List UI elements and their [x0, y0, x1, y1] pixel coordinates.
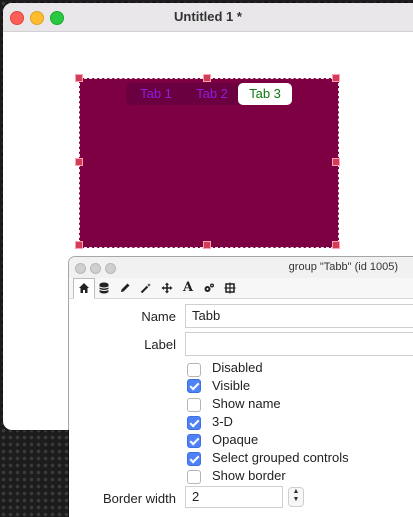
inspector-titlebar: group "Tabb" (id 1005) [69, 257, 413, 279]
resize-handle-b[interactable] [203, 241, 211, 249]
visible-label: Visible [212, 378, 251, 393]
visible-checkbox[interactable] [187, 379, 201, 393]
database-icon[interactable] [94, 279, 114, 297]
opaque-label: Opaque [212, 432, 259, 447]
geometry-icon[interactable] [220, 279, 240, 297]
tab-1[interactable]: Tab 1 [130, 85, 182, 103]
disabled-checkbox[interactable] [187, 363, 201, 377]
window-title: Untitled 1 * [174, 9, 242, 24]
pencil-icon[interactable] [115, 279, 135, 297]
move-icon[interactable] [157, 279, 177, 297]
show-name-label: Show name [212, 396, 281, 411]
home-icon[interactable] [73, 278, 95, 299]
name-label: Name [141, 309, 176, 324]
show-border-checkbox[interactable] [187, 470, 201, 484]
resize-handle-tr[interactable] [332, 74, 340, 82]
tab-2[interactable]: Tab 2 [186, 85, 238, 103]
show-name-checkbox[interactable] [187, 398, 201, 412]
resize-handle-t[interactable] [203, 74, 211, 82]
chevron-down-icon[interactable]: ▼ [289, 496, 303, 504]
resize-handle-tl[interactable] [75, 74, 83, 82]
text-icon[interactable]: A [178, 279, 198, 297]
inspector-toolbar: A [69, 278, 413, 299]
name-field[interactable]: Tabb [185, 304, 413, 328]
resize-handle-br[interactable] [332, 241, 340, 249]
gears-icon[interactable] [199, 279, 219, 297]
resize-handle-bl[interactable] [75, 241, 83, 249]
resize-handle-r[interactable] [332, 158, 340, 166]
inspector-close-button[interactable] [75, 263, 86, 274]
inspector-window: group "Tabb" (id 1005) A Name Tabb Label… [69, 257, 413, 517]
tab-group-control[interactable]: Tab 1 Tab 2 Tab 3 [79, 78, 339, 248]
border-width-field[interactable]: 2 [185, 486, 283, 508]
tab-3[interactable]: Tab 3 [238, 83, 292, 105]
disabled-label: Disabled [212, 360, 263, 375]
label-label: Label [144, 337, 176, 352]
magic-wand-icon[interactable] [136, 279, 156, 297]
3d-checkbox[interactable] [187, 416, 201, 430]
opaque-checkbox[interactable] [187, 434, 201, 448]
border-width-stepper[interactable]: ▲ ▼ [288, 487, 304, 507]
3d-label: 3-D [212, 414, 233, 429]
show-border-label: Show border [212, 468, 286, 483]
inspector-minimize-button[interactable] [90, 263, 101, 274]
label-field[interactable] [185, 332, 413, 356]
inspector-title: group "Tabb" (id 1005) [288, 261, 398, 273]
inspector-zoom-button[interactable] [105, 263, 116, 274]
select-grouped-controls-label: Select grouped controls [212, 450, 349, 465]
tab-bar: Tab 1 Tab 2 Tab 3 [126, 83, 292, 105]
select-grouped-controls-checkbox[interactable] [187, 452, 201, 466]
main-titlebar: Untitled 1 * [3, 3, 413, 32]
chevron-up-icon[interactable]: ▲ [289, 488, 303, 496]
resize-handle-l[interactable] [75, 158, 83, 166]
